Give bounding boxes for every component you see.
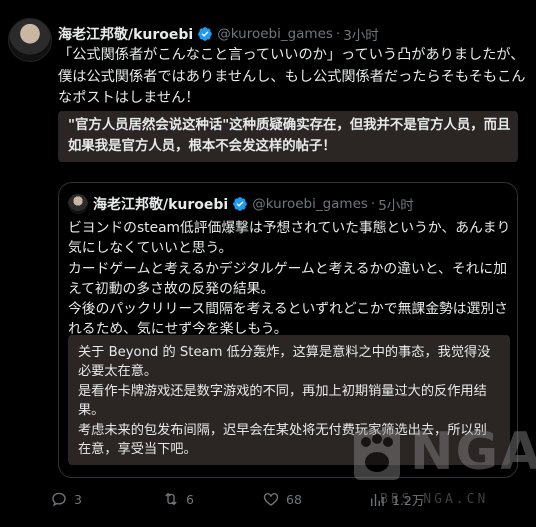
- quote-translation-line: 果。: [78, 403, 105, 419]
- tweet-text: 「公式関係者がこんなこと言っていいのか」っていう凸がありましたが、僕は公式関係者…: [58, 47, 526, 106]
- quote-text-line: ビヨンドのsteam低評価爆撃は予想されていた事態というか、あんまり: [68, 220, 511, 236]
- translation-text: "官方人员居然会说这种话"这种质疑确实存在，但我并不是官方人员，而且如果我是官方…: [68, 118, 511, 154]
- watermark-subtext: BBS.NGA.CN: [380, 492, 489, 507]
- watermark-text: NGA: [410, 422, 536, 482]
- like-count: 68: [286, 491, 302, 507]
- verified-badge-icon: [198, 27, 213, 41]
- quote-translation-line: 必要太在意。: [78, 364, 158, 380]
- tweet-header: 海老江邦敬/kuroebi @kuroebi_games · 3小时: [58, 24, 379, 44]
- quote-author-handle[interactable]: @kuroebi_games: [252, 196, 368, 212]
- paw-icon: [354, 430, 400, 480]
- quote-text-line: えて初動の多さ故の反発の結果。: [68, 280, 275, 297]
- retweet-button[interactable]: 6: [162, 490, 194, 508]
- reply-count: 3: [74, 491, 82, 507]
- timestamp[interactable]: 3小时: [343, 24, 379, 44]
- translation-box: "官方人员居然会说这种话"这种质疑确实存在，但我并不是官方人员，而且如果我是官方…: [58, 111, 518, 162]
- tweet[interactable]: 海老江邦敬/kuroebi @kuroebi_games · 3小时 「公式関係…: [0, 0, 536, 527]
- quote-text-line: 気にしなくていいと思う。: [68, 240, 233, 257]
- avatar[interactable]: [8, 18, 52, 62]
- retweet-count: 6: [186, 491, 194, 507]
- nga-watermark: NGA BBS.NGA.CN: [340, 400, 536, 520]
- quote-text-line: 今後のパックリリース間隔を考えるといずれどこかで無課金勢は選別さ: [68, 301, 508, 318]
- author-name[interactable]: 海老江邦敬/kuroebi: [58, 24, 193, 44]
- reply-icon: [52, 492, 66, 507]
- quote-timestamp[interactable]: 5小时: [378, 194, 414, 214]
- quote-text-line: カードゲームと考えるかデジタルゲームと考えるかの違いと、それに加: [68, 260, 508, 277]
- quote-translation-line: 关于 Beyond 的 Steam 低分轰炸，这算是意料之中的事态，我觉得没: [78, 345, 491, 360]
- quote-header: 海老江邦敬/kuroebi @kuroebi_games · 5小时: [93, 194, 414, 214]
- quote-translation-line: 在意，享受当下吧。: [78, 442, 197, 458]
- quote-text: ビヨンドのsteam低評価爆撃は予想されていた事態というか、あんまり 気にしなく…: [68, 218, 512, 340]
- author-handle[interactable]: @kuroebi_games: [217, 26, 333, 42]
- quote-avatar[interactable]: [68, 194, 88, 214]
- heart-icon: [263, 493, 279, 506]
- separator: ·: [370, 196, 376, 212]
- quote-translation-line: 是看作卡牌游戏还是数字游戏的不同，再加上初期销量过大的反作用结: [78, 383, 487, 399]
- reply-button[interactable]: 3: [50, 490, 82, 508]
- verified-badge-icon: [233, 197, 248, 211]
- separator: ·: [335, 26, 341, 42]
- like-button[interactable]: 68: [262, 490, 302, 508]
- retweet-icon: [165, 492, 177, 506]
- quote-author-name[interactable]: 海老江邦敬/kuroebi: [93, 194, 228, 214]
